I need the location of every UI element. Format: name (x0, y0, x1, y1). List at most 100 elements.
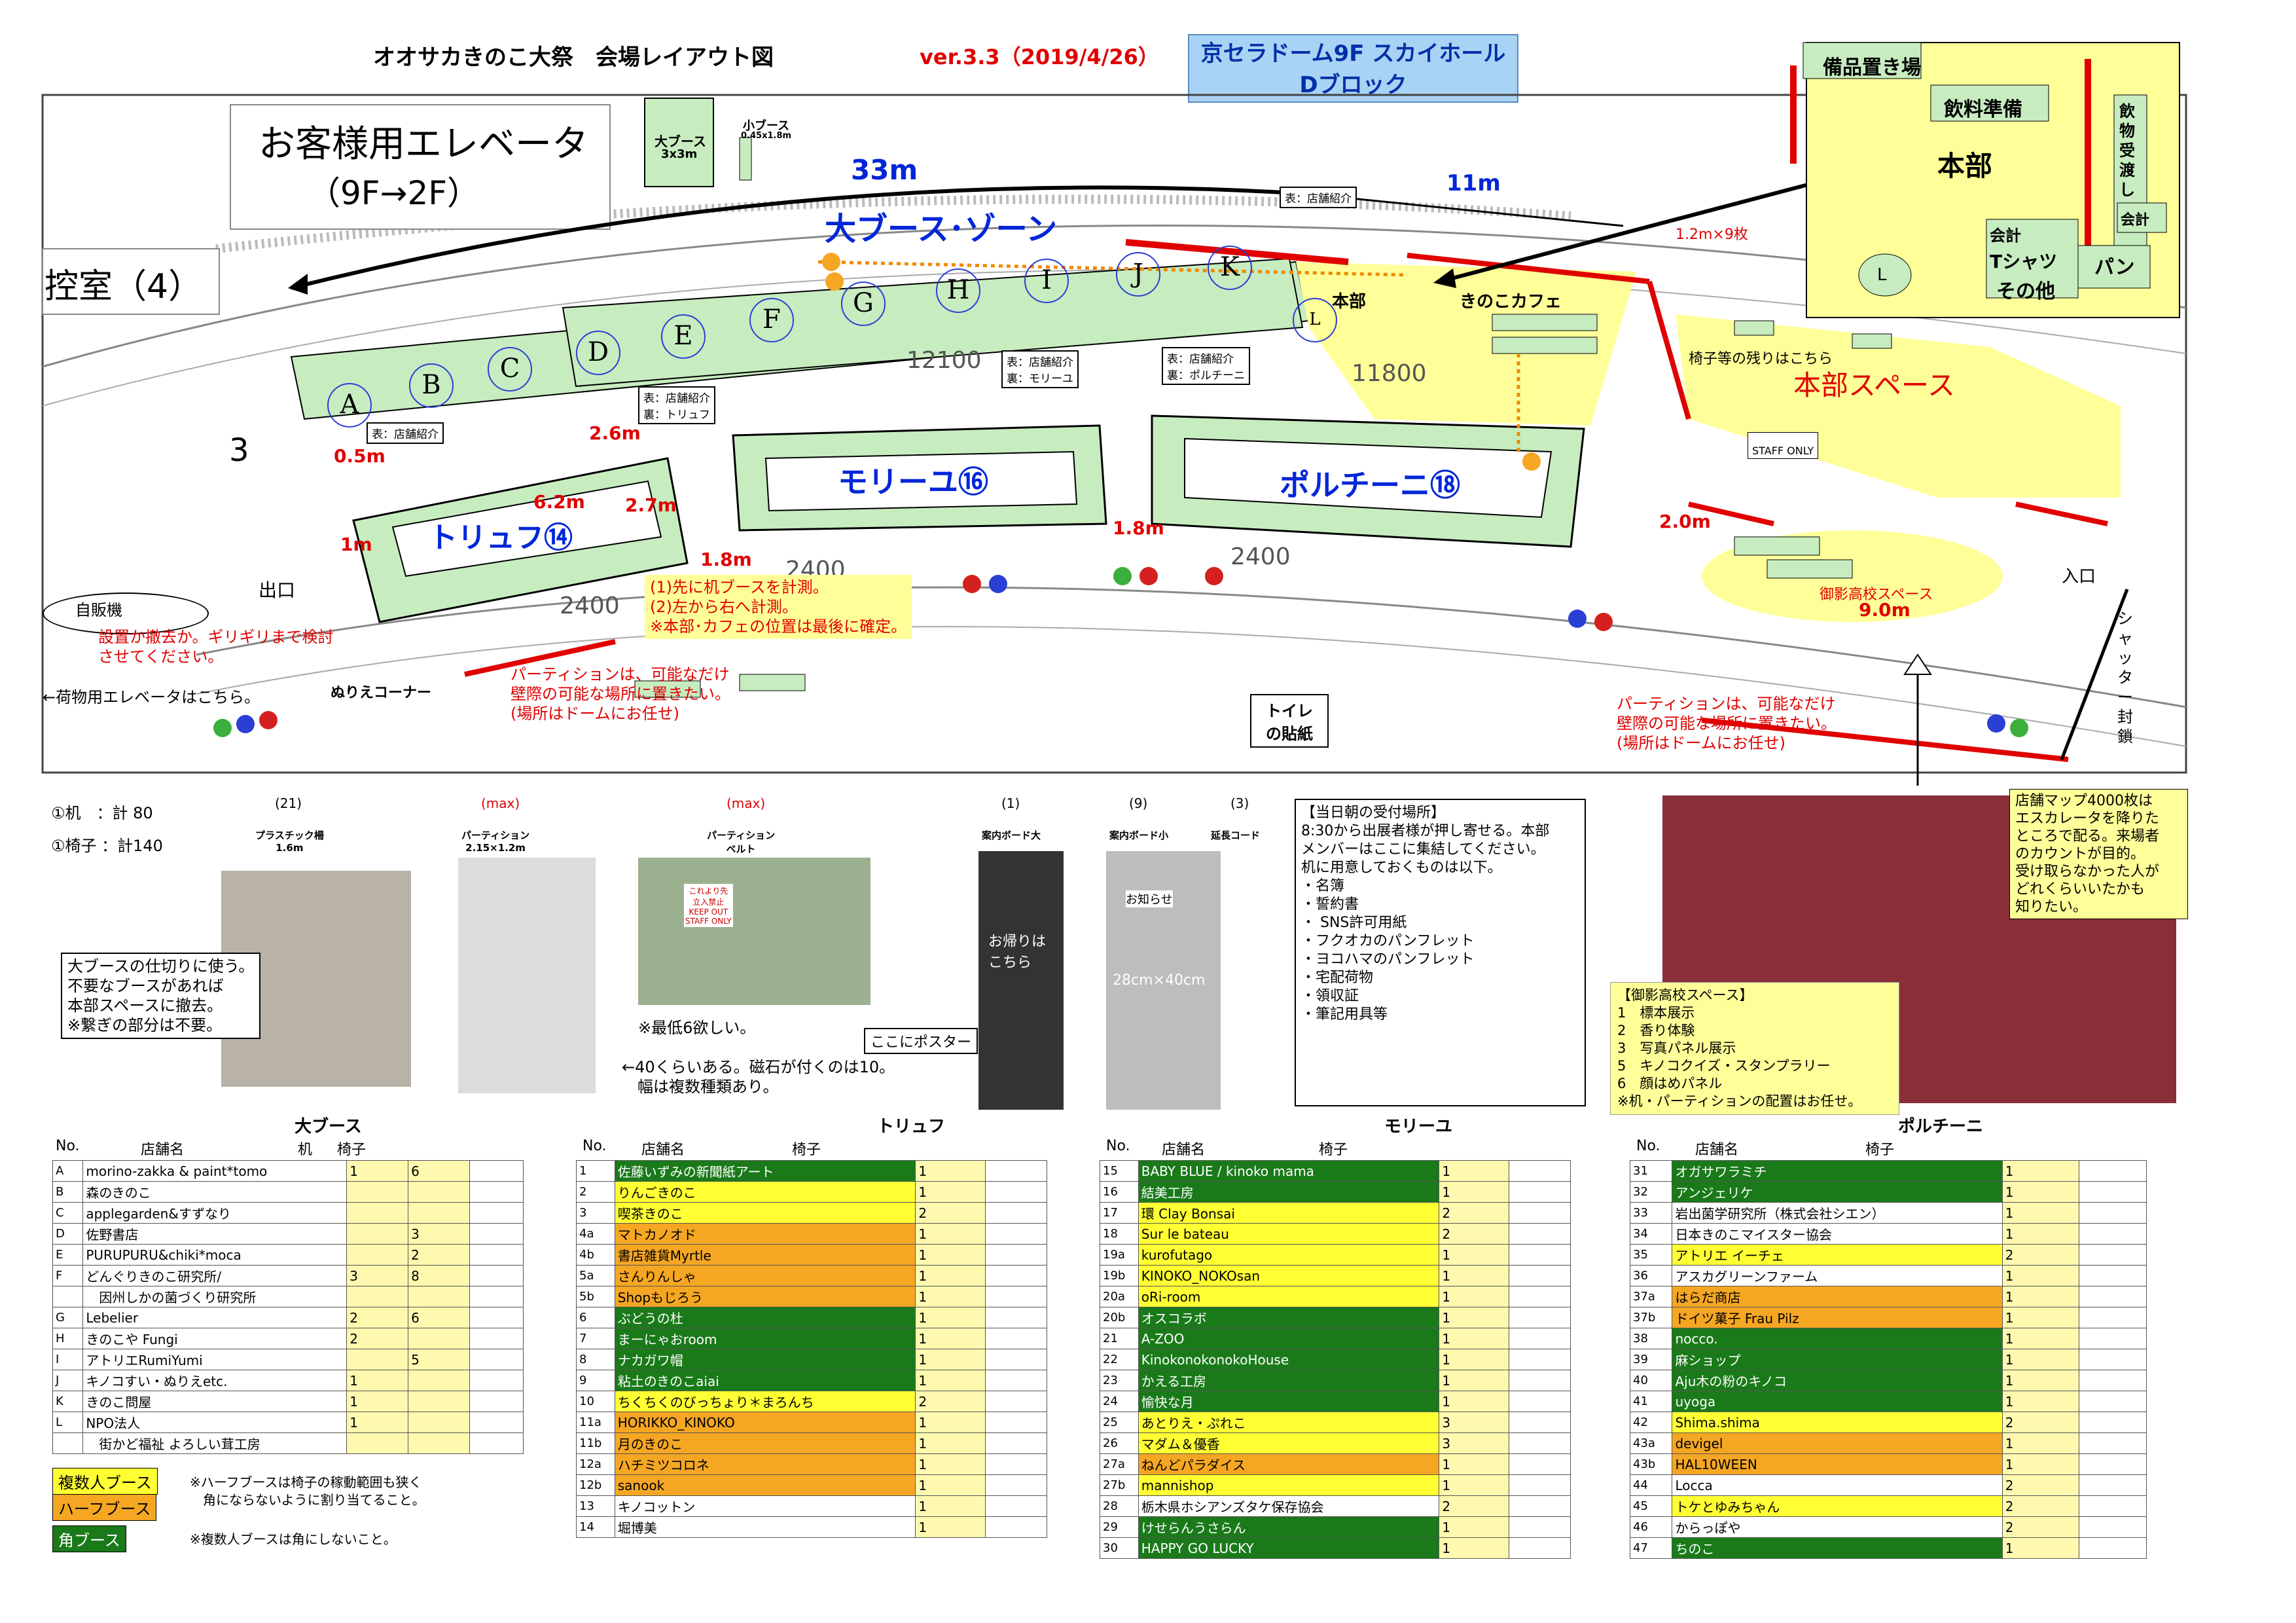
table-row: 41 uyoga 1 (1629, 1391, 2147, 1412)
table-cell (985, 1349, 1047, 1370)
table-big-title: 大ブース (295, 1117, 362, 1137)
big-booth-table: Amorino-zakka & paint*tomo 1 6 B 森のきのこ Capple… (52, 1160, 524, 1454)
table-cell (469, 1286, 524, 1307)
table-cell (408, 1370, 470, 1391)
table-cell: 1 (2001, 1202, 2080, 1224)
table-row: 36 アスカグリーンファーム 1 (1629, 1265, 2147, 1286)
table-cell (2079, 1328, 2147, 1349)
line-item: 8:30から出展者様が押し寄せる。本部 (1301, 823, 1550, 839)
table-cell: nocco. (1672, 1328, 2003, 1349)
booth-l: L (1293, 298, 1337, 342)
photo-sign-notice: お知らせ (1126, 890, 1173, 907)
table-cell: きのこや Fungi (82, 1328, 348, 1349)
table-cell: 1 (915, 1516, 986, 1538)
table-cell: 11a (576, 1412, 615, 1433)
line-item: ・筆記用具等 (1301, 1006, 1388, 1023)
table-cell (985, 1516, 1047, 1538)
table-cell: Aju木の粉のキノコ (1672, 1370, 2003, 1391)
legend-half: ハーフブース (52, 1494, 157, 1521)
table-cell (408, 1181, 470, 1203)
dim-1-8m-left: 1.8m (700, 549, 752, 570)
table-cell: HAPPY GO LUCKY (1138, 1537, 1440, 1559)
table-cell: 44 (1629, 1474, 1673, 1496)
table-row: 40 Aju木の粉のキノコ 1 (1629, 1370, 2147, 1391)
dim-2-7m: 2.7m (625, 494, 677, 516)
table-cell: 38 (1629, 1328, 1673, 1349)
table-row: 34 日本きのこマイスター協会 1 (1629, 1223, 2147, 1245)
line-item: 3 写真パネル展示 (1617, 1040, 1736, 1056)
table-cell: オガサワラミチ (1672, 1160, 2003, 1182)
porcini-h-no: No. (1636, 1138, 1660, 1154)
table-cell: I (52, 1349, 84, 1370)
table-row: 27b mannishop 1 (1100, 1474, 1571, 1496)
table-cell: 1 (1439, 1453, 1510, 1475)
table-cell (2079, 1286, 2147, 1307)
table-cell: K (52, 1391, 84, 1412)
table-cell: 12b (576, 1474, 615, 1496)
hq-space-oval (1676, 314, 2121, 498)
table-row: 33 岩出菌学研究所（株式会社シエン） 1 (1629, 1202, 2147, 1224)
table-cell: 1 (2001, 1537, 2080, 1559)
legend-note-3: ※複数人ブースは角にしないこと。 (190, 1531, 397, 1547)
table-cell: 43b (1629, 1453, 1673, 1475)
sign-morille: 表：店舗紹介 裏：モリーユ (1001, 350, 1079, 388)
table-cell: 39 (1629, 1349, 1673, 1370)
booth-d: D (576, 331, 620, 375)
table-cell: 1 (576, 1160, 615, 1182)
table-row: 23 かえる工房 1 (1100, 1370, 1571, 1391)
line-item: ・ SNS許可用紙 (1301, 915, 1407, 931)
table-cell (346, 1286, 409, 1307)
line-item: 6 顔はめパネル (1617, 1076, 1723, 1091)
equip-qty-4: (9) (1129, 795, 1148, 811)
mikage-label: 御影高校スペース (1820, 587, 1933, 603)
table-cell: 1 (2001, 1223, 2080, 1245)
porcini-table: 31 オガサワラミチ 1 32 アンジェリケ 1 33 岩出菌学研究所（株式会社シエン） 1 34… (1629, 1160, 2147, 1559)
table-cell: 10 (576, 1391, 615, 1412)
truffe-table: 1 佐藤いずみの新聞紙アート 1 2 りんごきのこ 1 3 喫茶きのこ 2 4a マトカノオド 1 4b… (576, 1160, 1047, 1538)
table-row: 45 トケとゆみちゃん 2 (1629, 1495, 2147, 1517)
table-cell: C (52, 1202, 84, 1224)
table-cell (346, 1349, 409, 1370)
table-cell: 1 (915, 1412, 986, 1433)
table-cell: 20b (1100, 1307, 1139, 1328)
equip-name-4: 案内ボード小 (1109, 830, 1169, 841)
table-cell: uyoga (1672, 1391, 2003, 1412)
table-cell: 1 (2001, 1307, 2080, 1328)
table-cell (469, 1412, 524, 1433)
table-cell: 4b (576, 1244, 615, 1266)
table-cell: 2 (915, 1202, 986, 1224)
partition-note-right: パーティションは、可能なだけ 壁際の可能な場所に置きたい。 (場所はドームにお任… (1617, 695, 1837, 752)
table-cell: B (52, 1181, 84, 1203)
toilet-sign: トイレ の貼紙 (1250, 694, 1329, 748)
line-item: メンバーはここに集結してください。 (1301, 841, 1545, 858)
table-row: 5b Shopもじろう 1 (576, 1286, 1047, 1307)
table-cell: 2 (2001, 1474, 2080, 1496)
dim-2400-right: 2400 (1230, 543, 1291, 570)
table-cell: 1 (1439, 1307, 1510, 1328)
booth-k: K (1208, 246, 1252, 290)
elevator-floors: （9F→2F） (308, 174, 480, 212)
table-cell (408, 1412, 470, 1433)
table-cell: ハチミツコロネ (614, 1453, 916, 1475)
table-cell: 1 (915, 1453, 986, 1475)
table-cell: 11b (576, 1432, 615, 1454)
table-row: 32 アンジェリケ 1 (1629, 1181, 2147, 1203)
dim-1-8m-right: 1.8m (1113, 517, 1164, 539)
table-cell: 47 (1629, 1537, 1673, 1559)
hq-label: 本部 (1332, 292, 1367, 312)
table-cell: 18 (1100, 1223, 1139, 1245)
table-cell: ぶどうの杜 (614, 1307, 916, 1328)
table-cell: 日本きのこマイスター協会 (1672, 1223, 2003, 1245)
table-row: 39 麻ショップ 1 (1629, 1349, 2147, 1370)
table-cell (985, 1474, 1047, 1496)
table-cell: 1 (1439, 1244, 1510, 1266)
mikage-title: 【御影高校スペース】 (1617, 987, 1753, 1003)
table-cell (469, 1223, 524, 1245)
table-cell: 1 (915, 1244, 986, 1266)
waiting-room-label: 控室（4） (45, 267, 203, 306)
table-cell: 1 (915, 1474, 986, 1496)
table-cell (408, 1432, 470, 1454)
table-row: 11b 月のきのこ 1 (576, 1432, 1047, 1454)
table-row: B 森のきのこ (52, 1181, 524, 1203)
table-cell (2079, 1495, 2147, 1517)
